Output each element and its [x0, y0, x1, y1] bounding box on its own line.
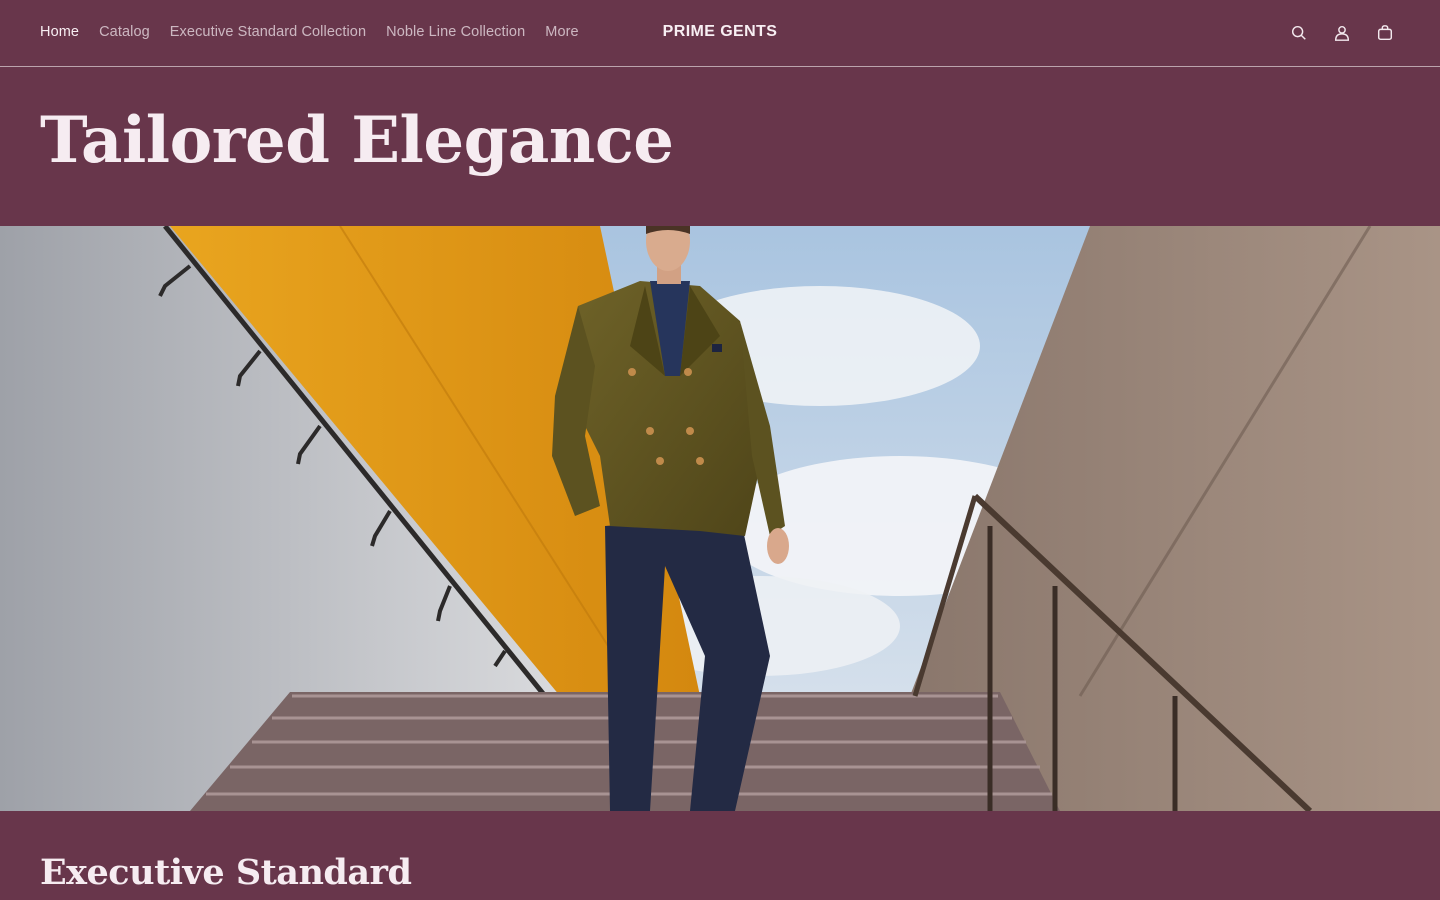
nav-catalog[interactable]: Catalog [99, 23, 150, 41]
section-title: Executive Standard [40, 852, 412, 893]
cart-icon[interactable] [1374, 21, 1396, 45]
nav-noble-line[interactable]: Noble Line Collection [386, 23, 525, 41]
nav-executive-standard[interactable]: Executive Standard Collection [170, 23, 366, 41]
nav-home[interactable]: Home [40, 23, 79, 41]
header-icons [1288, 21, 1396, 45]
hero-title: Tailored Elegance [40, 103, 674, 178]
nav-more[interactable]: More [545, 23, 578, 41]
hero-photo [0, 226, 1440, 811]
search-icon[interactable] [1288, 21, 1310, 45]
account-icon[interactable] [1331, 21, 1353, 45]
site-header: Home Catalog Executive Standard Collecti… [0, 0, 1440, 67]
main-nav: Home Catalog Executive Standard Collecti… [40, 23, 579, 41]
